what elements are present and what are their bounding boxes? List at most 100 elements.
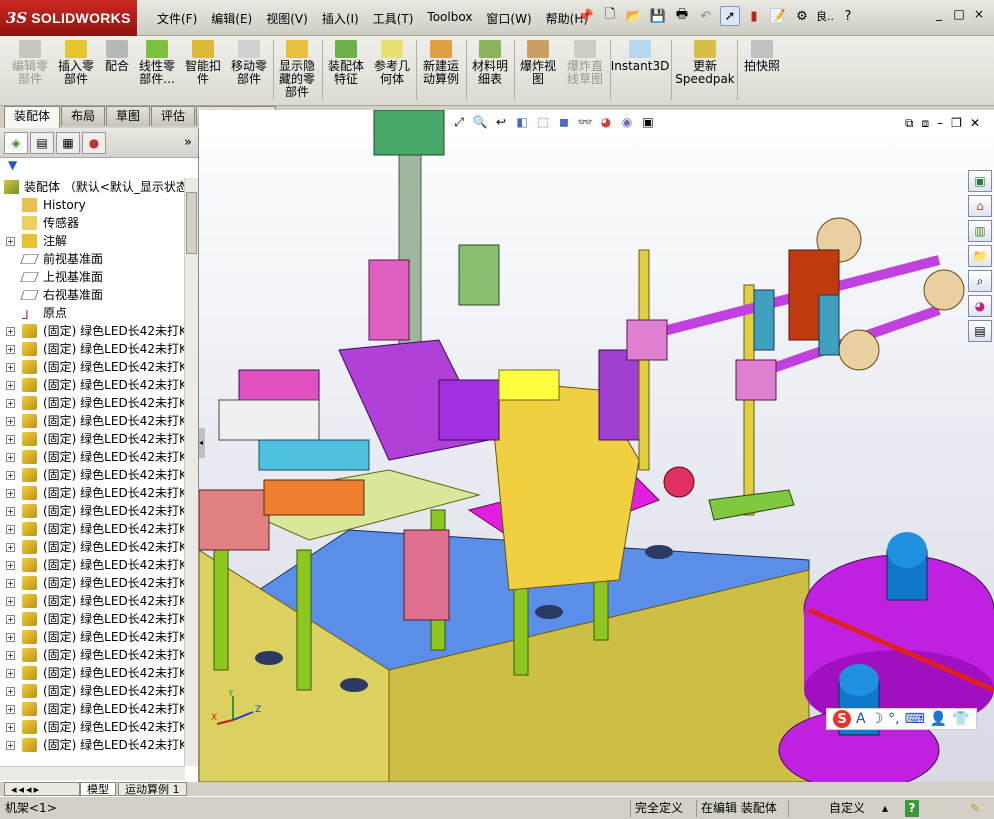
design-library-icon[interactable]: ▥ <box>968 220 992 242</box>
skin-shirt-icon[interactable]: 👕 <box>952 711 969 727</box>
tree-vertical-scrollbar[interactable] <box>184 178 198 766</box>
keyboard-icon[interactable]: ⌨ <box>905 711 925 727</box>
insert-component-button[interactable]: 插入零 部件 <box>54 40 98 86</box>
menu-edit[interactable]: 编辑(E) <box>204 10 259 27</box>
units-up-arrow-icon[interactable]: ▴ <box>882 800 888 817</box>
component-item[interactable]: + (固定) 绿色LED长42未打K <box>0 466 184 484</box>
new-motion-study-button[interactable]: 新建运 动算例 <box>419 40 463 86</box>
component-item[interactable]: + (固定) 绿色LED长42未打K <box>0 340 184 358</box>
expand-toggle-icon[interactable]: + <box>6 687 15 696</box>
file-properties-icon[interactable]: 📝 <box>768 6 788 26</box>
panel-expand-chevron-icon[interactable]: » <box>184 135 192 150</box>
home-icon[interactable]: ⌂ <box>968 195 992 217</box>
scroll-thumb[interactable] <box>186 192 197 254</box>
tab-scroll-arrows[interactable]: ◂◂◂▸ <box>4 782 80 796</box>
expand-toggle-icon[interactable]: + <box>6 741 15 750</box>
component-item[interactable]: + (固定) 绿色LED长42未打K <box>0 412 184 430</box>
expand-toggle-icon[interactable]: + <box>6 615 15 624</box>
open-folder-icon[interactable]: 📂 <box>624 6 644 26</box>
tab-sketch[interactable]: 草图 <box>106 106 151 126</box>
custom-properties-icon[interactable]: ▤ <box>968 320 992 342</box>
update-speedpak-button[interactable]: 更新 Speedpak <box>674 40 736 86</box>
component-item[interactable]: + (固定) 绿色LED长42未打K <box>0 484 184 502</box>
component-item[interactable]: + (固定) 绿色LED长42未打K <box>0 610 184 628</box>
help-icon[interactable]: ? <box>838 6 858 26</box>
component-item[interactable]: + (固定) 绿色LED长42未打K <box>0 376 184 394</box>
take-snapshot-button[interactable]: 拍快照 <box>740 40 784 73</box>
expand-toggle-icon[interactable]: + <box>6 363 15 372</box>
save-icon[interactable]: 💾 <box>648 6 668 26</box>
component-item[interactable]: + (固定) 绿色LED长42未打K <box>0 448 184 466</box>
expand-toggle-icon[interactable]: + <box>6 507 15 516</box>
search-icon[interactable]: ⌕ <box>968 270 992 292</box>
component-item[interactable]: + (固定) 绿色LED长42未打K <box>0 322 184 340</box>
component-item[interactable]: + (固定) 绿色LED长42未打K <box>0 700 184 718</box>
viewport-maximize-icon[interactable]: ❐ <box>951 116 962 131</box>
ime-toolbar[interactable]: S A ☽ °, ⌨ 👤 👕 <box>826 708 977 730</box>
expand-toggle-icon[interactable]: + <box>6 651 15 660</box>
edit-appearance-icon[interactable]: ◕ <box>598 114 614 130</box>
tree-item[interactable]: 上视基准面 <box>0 268 184 286</box>
tree-item[interactable]: History <box>0 196 184 214</box>
expand-toggle-icon[interactable]: + <box>6 669 15 678</box>
instant3d-button[interactable]: Instant3D <box>611 40 669 73</box>
graphics-area[interactable]: ◂ ⤢ 🔍 ↩ ◧ ⬚ ◼ 👓 ◕ ◉ ▣ ⧉ ⧈ – ❐ ✕ ▣ ⌂ ▥ 📁 … <box>199 110 994 782</box>
tab-layout[interactable]: 布局 <box>61 106 106 126</box>
component-item[interactable]: + (固定) 绿色LED长42未打K <box>0 520 184 538</box>
menu-view[interactable]: 视图(V) <box>259 10 315 27</box>
minimize-button[interactable]: _ <box>930 7 948 23</box>
expand-toggle-icon[interactable]: + <box>6 381 15 390</box>
filter-funnel-icon[interactable]: ▼ <box>8 158 17 172</box>
assembly-model-render[interactable] <box>199 110 994 782</box>
view-orientation-icon[interactable]: ⬚ <box>535 114 551 130</box>
tab-assembly[interactable]: 装配体 <box>4 106 61 128</box>
tree-item[interactable]: 前视基准面 <box>0 250 184 268</box>
view-settings-icon[interactable]: ▣ <box>640 114 656 130</box>
component-item[interactable]: + (固定) 绿色LED长42未打K <box>0 538 184 556</box>
expand-toggle-icon[interactable]: + <box>6 435 15 444</box>
resources-icon[interactable]: ▣ <box>968 170 992 192</box>
section-view-icon[interactable]: ◧ <box>514 114 530 130</box>
move-component-button[interactable]: 移动零 部件 <box>228 40 270 86</box>
menu-window[interactable]: 窗口(W) <box>479 10 538 27</box>
component-item[interactable]: + (固定) 绿色LED长42未打K <box>0 718 184 736</box>
configuration-manager-tab-icon[interactable]: ▦ <box>56 131 80 154</box>
component-item[interactable]: + (固定) 绿色LED长42未打K <box>0 358 184 376</box>
expand-toggle-icon[interactable]: + <box>6 399 15 408</box>
component-item[interactable]: + (固定) 绿色LED长42未打K <box>0 736 184 754</box>
panel-collapse-arrow-icon[interactable]: ◂ <box>199 428 205 458</box>
expand-toggle-icon[interactable]: + <box>6 525 15 534</box>
component-item[interactable]: + (固定) 绿色LED长42未打K <box>0 646 184 664</box>
punctuation-icon[interactable]: °, <box>888 711 899 727</box>
component-item[interactable]: + (固定) 绿色LED长42未打K <box>0 682 184 700</box>
tab-model[interactable]: 模型 <box>80 782 116 796</box>
component-item[interactable]: + (固定) 绿色LED长42未打K <box>0 556 184 574</box>
component-item[interactable]: + (固定) 绿色LED长42未打K <box>0 664 184 682</box>
component-item[interactable]: + (固定) 绿色LED长42未打K <box>0 628 184 646</box>
print-icon[interactable]: 🖶 <box>672 6 692 26</box>
select-pointer-icon[interactable]: ➚ <box>720 6 740 26</box>
expand-toggle-icon[interactable]: + <box>6 327 15 336</box>
maximize-button[interactable]: □ <box>950 7 968 23</box>
viewport-minimize-icon[interactable]: – <box>937 116 943 131</box>
previous-view-icon[interactable]: ↩ <box>493 114 509 130</box>
expand-toggle-icon[interactable]: + <box>6 471 15 480</box>
display-manager-tab-icon[interactable]: ● <box>82 131 106 154</box>
rebuild-pencil-icon[interactable]: ✎ <box>970 800 980 817</box>
expand-toggle-icon[interactable]: + <box>6 489 15 498</box>
sogou-logo-icon[interactable]: S <box>833 710 851 728</box>
new-document-icon[interactable]: 🗋 <box>600 6 620 26</box>
menu-file[interactable]: 文件(F) <box>150 10 204 27</box>
close-button[interactable]: × <box>970 7 988 23</box>
expand-toggle-icon[interactable]: + <box>6 705 15 714</box>
menu-tools[interactable]: 工具(T) <box>366 10 421 27</box>
expand-toggle-icon[interactable]: + <box>6 237 15 246</box>
show-hidden-components-button[interactable]: 显示隐 藏的零 部件 <box>276 40 318 99</box>
help-icon[interactable]: ? <box>905 800 919 817</box>
viewport-restore-icon[interactable]: ⧉ <box>905 116 914 131</box>
file-explorer-icon[interactable]: 📁 <box>968 245 992 267</box>
viewport-tile-icon[interactable]: ⧈ <box>922 116 930 131</box>
expand-toggle-icon[interactable]: + <box>6 453 15 462</box>
mate-button[interactable]: 配合 <box>100 40 134 73</box>
expand-toggle-icon[interactable]: + <box>6 633 15 642</box>
